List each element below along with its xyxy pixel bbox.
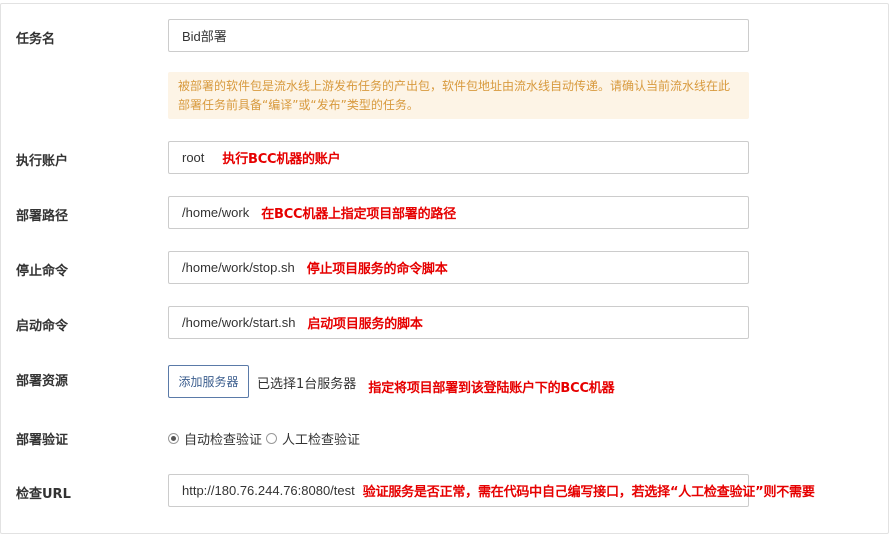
resource-note: 指定将项目部署到该登陆账户下的BCC机器 [368,381,615,396]
resource-label: 部署资源 [16,374,69,389]
task-name-label: 任务名 [16,32,56,47]
manual-verify-label[interactable]: 人工检查验证 [282,429,360,448]
start-cmd-label: 启动命令 [16,319,69,334]
deploy-path-value: /home/work [182,205,250,220]
add-server-button[interactable]: 添加服务器 [168,365,249,398]
auto-verify-label[interactable]: 自动检查验证 [184,429,262,448]
manual-verify-radio[interactable] [266,433,278,444]
start-cmd-note: 启动项目服务的脚本 [307,317,423,332]
check-url-input[interactable]: http://180.76.244.76:8080/test 验证服务是否正常，… [168,474,815,507]
verify-radio-group: 自动检查验证 人工检查验证 [168,429,364,448]
exec-account-value: root [182,150,205,165]
stop-cmd-value: /home/work/stop.sh [182,260,295,275]
task-name-input[interactable]: Bid部署 [168,19,749,52]
start-cmd-value: /home/work/start.sh [182,315,296,330]
deploy-path-label: 部署路径 [16,209,69,224]
check-url-value: http://180.76.244.76:8080/test [182,483,355,498]
deploy-path-input[interactable]: /home/work 在BCC机器上指定项目部署的路径 [168,196,749,229]
check-url-label: 检查URL [16,487,71,502]
deploy-path-note: 在BCC机器上指定项目部署的路径 [261,207,456,222]
selected-server-count: 已选择1台服务器 指定将项目部署到该登陆账户下的BCC机器 [257,373,615,396]
exec-account-note: 执行BCC机器的账户 [222,152,341,167]
stop-cmd-note: 停止项目服务的命令脚本 [306,262,448,277]
verify-label: 部署验证 [16,433,69,448]
deploy-tip: 被部署的软件包是流水线上游发布任务的产出包，软件包地址由流水线自动传递。请确认当… [168,72,749,119]
start-cmd-input[interactable]: /home/work/start.sh 启动项目服务的脚本 [168,306,749,339]
auto-verify-radio[interactable] [168,433,179,444]
exec-account-input[interactable]: root 执行BCC机器的账户 [168,141,749,174]
check-url-note: 验证服务是否正常，需在代码中自己编写接口，若选择“人工检查验证”则不需要 [362,485,815,500]
exec-account-label: 执行账户 [16,154,69,169]
selected-server-text: 已选择1台服务器 [257,377,357,392]
stop-cmd-label: 停止命令 [16,264,69,279]
stop-cmd-input[interactable]: /home/work/stop.sh 停止项目服务的命令脚本 [168,251,749,284]
task-name-value: Bid部署 [182,29,227,44]
